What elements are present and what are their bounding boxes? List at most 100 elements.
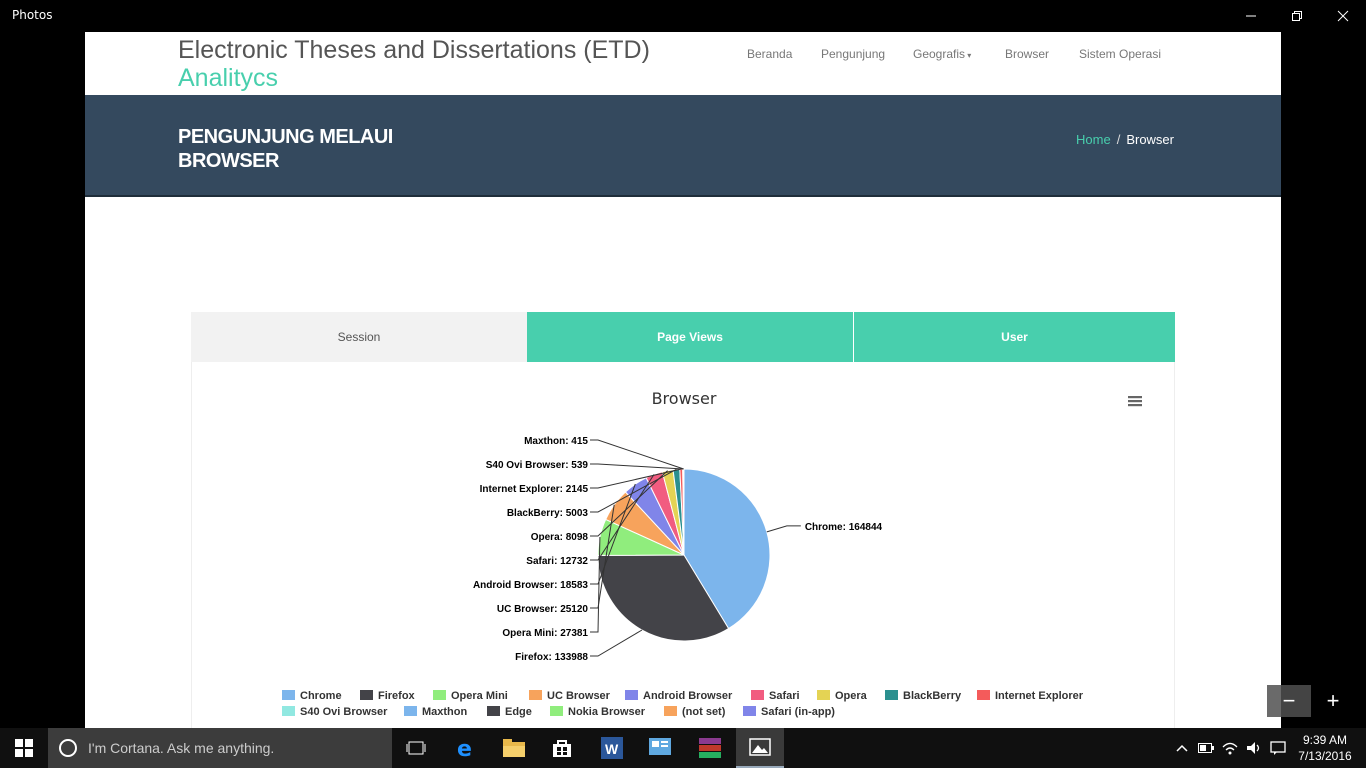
legend-swatch-opera-mini [433,690,446,700]
legend-item-blackberry[interactable]: BlackBerry [903,690,962,702]
data-label-opera: Opera: 8098 [531,532,589,543]
legend-swatch-firefox [360,690,373,700]
store-taskbar-button[interactable] [538,728,586,768]
nav-sistem-operasi: Sistem Operasi [1079,47,1162,61]
breadcrumb: Home / Browser [1076,132,1174,147]
connector-firefox [590,629,643,657]
legend-item-firefox[interactable]: Firefox [378,690,416,702]
clock-date: 7/13/2016 [1298,749,1352,763]
legend-item-edge[interactable]: Edge [505,706,532,718]
action-center-icon[interactable] [1268,738,1288,758]
legend-item-chrome[interactable]: Chrome [300,690,342,702]
metric-tabs: Session Page Views User [191,312,1175,362]
legend-swatch-edge [487,706,500,716]
legend-item-internet-explorer[interactable]: Internet Explorer [995,690,1084,702]
legend-item-maxthon[interactable]: Maxthon [422,706,468,718]
folder-icon [503,739,525,757]
page-banner: PENGUNJUNG MELAUI BROWSER Home / Browser [85,95,1281,197]
zoom-out-button[interactable]: − [1267,685,1311,717]
legend-swatch-internet-explorer [977,690,990,700]
title-bar: Photos [0,0,1366,32]
word-taskbar-button[interactable]: W [588,728,636,768]
restore-button[interactable] [1274,0,1320,32]
pie-slice-maxthon [682,468,685,556]
legend-item-safari-in-app-[interactable]: Safari (in-app) [761,706,835,718]
browser-pie-chart: Browser Maxthon: 415 S40 Ovi Browser: 539 I… [282,389,1142,718]
nav-beranda: Beranda [747,47,793,61]
legend-swatch-s40-ovi-browser [282,706,295,716]
legend-item-s40-ovi-browser[interactable]: S40 Ovi Browser [300,706,388,718]
photos-taskbar-button[interactable] [736,728,784,768]
close-icon [1337,10,1349,22]
breadcrumb-home: Home [1076,132,1111,147]
legend-item-android-browser[interactable]: Android Browser [643,690,733,702]
nav-pengunjung: Pengunjung [821,47,886,61]
legend-item-opera[interactable]: Opera [835,690,868,702]
legend-item-uc-browser[interactable]: UC Browser [547,690,611,702]
volume-icon[interactable] [1244,738,1264,758]
chevron-down-icon: ▾ [965,51,972,60]
battery-icon[interactable] [1196,738,1216,758]
site-header: Electronic Theses and Dissertations (ETD… [85,32,1281,95]
hamburger-menu-icon[interactable] [1128,396,1142,407]
legend-swatch-safari [751,690,764,700]
site-subtitle: Analitycs [178,64,279,92]
start-button[interactable] [0,728,48,768]
chart-panel: Browser Maxthon: 415 S40 Ovi Browser: 539 I… [191,362,1175,728]
store-bag-icon [553,740,571,757]
nav-geografis: Geografis ▾ [913,47,971,61]
nav-browser: Browser [1005,47,1050,61]
legend-swatch-android-browser [625,690,638,700]
winrar-taskbar-button[interactable] [686,728,734,768]
data-label-android-browser: Android Browser: 18583 [473,580,588,591]
cortana-search-box[interactable]: I'm Cortana. Ask me anything. [48,728,392,768]
data-label-blackberry: BlackBerry: 5003 [507,508,589,519]
data-label-maxthon: Maxthon: 415 [524,436,588,447]
svg-text:e: e [457,737,472,759]
page-title: PENGUNJUNG MELAUI BROWSER [178,126,393,172]
zoom-in-button[interactable]: + [1311,685,1355,717]
chevron-up-icon[interactable] [1172,738,1192,758]
legend-item-opera-mini[interactable]: Opera Mini [451,690,508,702]
windows-logo-icon [15,739,33,757]
legend-swatch-blackberry [885,690,898,700]
data-label-s40-ovi-browser: S40 Ovi Browser: 539 [486,460,589,471]
legend-swatch-opera [817,690,830,700]
winrar-icon [699,738,721,758]
data-label-opera-mini: Opera Mini: 27381 [502,628,588,639]
edge-taskbar-button[interactable]: e [442,728,490,768]
connector-chrome [766,525,801,533]
legend-swatch-uc-browser [529,690,542,700]
legend-swatch-maxthon [404,706,417,716]
file-explorer-taskbar-button[interactable] [490,728,538,768]
legend-swatch--not-set- [664,706,677,716]
wifi-icon[interactable] [1220,738,1240,758]
restore-icon [1292,11,1302,21]
legend-item-safari[interactable]: Safari [769,690,800,702]
app-title: Photos [12,8,53,22]
clock-time: 9:39 AM [1302,733,1348,747]
data-label-safari: Safari: 12732 [526,556,588,567]
data-label-firefox: Firefox: 133988 [515,652,588,663]
data-label-chrome: Chrome: 164844 [805,522,883,533]
tab-page-views: Page Views [527,312,854,362]
task-view-icon [406,741,426,755]
cortana-icon [59,739,77,757]
legend-item--not-set-[interactable]: (not set) [682,706,726,718]
taskbar-clock[interactable]: 9:39 AM 7/13/2016 [1294,732,1356,764]
close-button[interactable] [1320,0,1366,32]
control-panel-icon [649,738,671,755]
word-icon: W [601,737,623,759]
connector-s40-ovi-browser [590,463,684,470]
data-label-uc-browser: UC Browser: 25120 [497,604,589,615]
breadcrumb-separator: / [1116,132,1121,147]
edge-icon: e [457,737,472,759]
legend-item-nokia-browser[interactable]: Nokia Browser [568,706,646,718]
task-view-button[interactable] [392,728,440,768]
minimize-button[interactable] [1228,0,1274,32]
control-panel-taskbar-button[interactable] [636,728,684,768]
cortana-placeholder: I'm Cortana. Ask me anything. [88,740,275,756]
tab-session: Session [191,312,527,362]
legend-swatch-nokia-browser [550,706,563,716]
photo-viewer[interactable]: Electronic Theses and Dissertations (ETD… [85,32,1281,728]
